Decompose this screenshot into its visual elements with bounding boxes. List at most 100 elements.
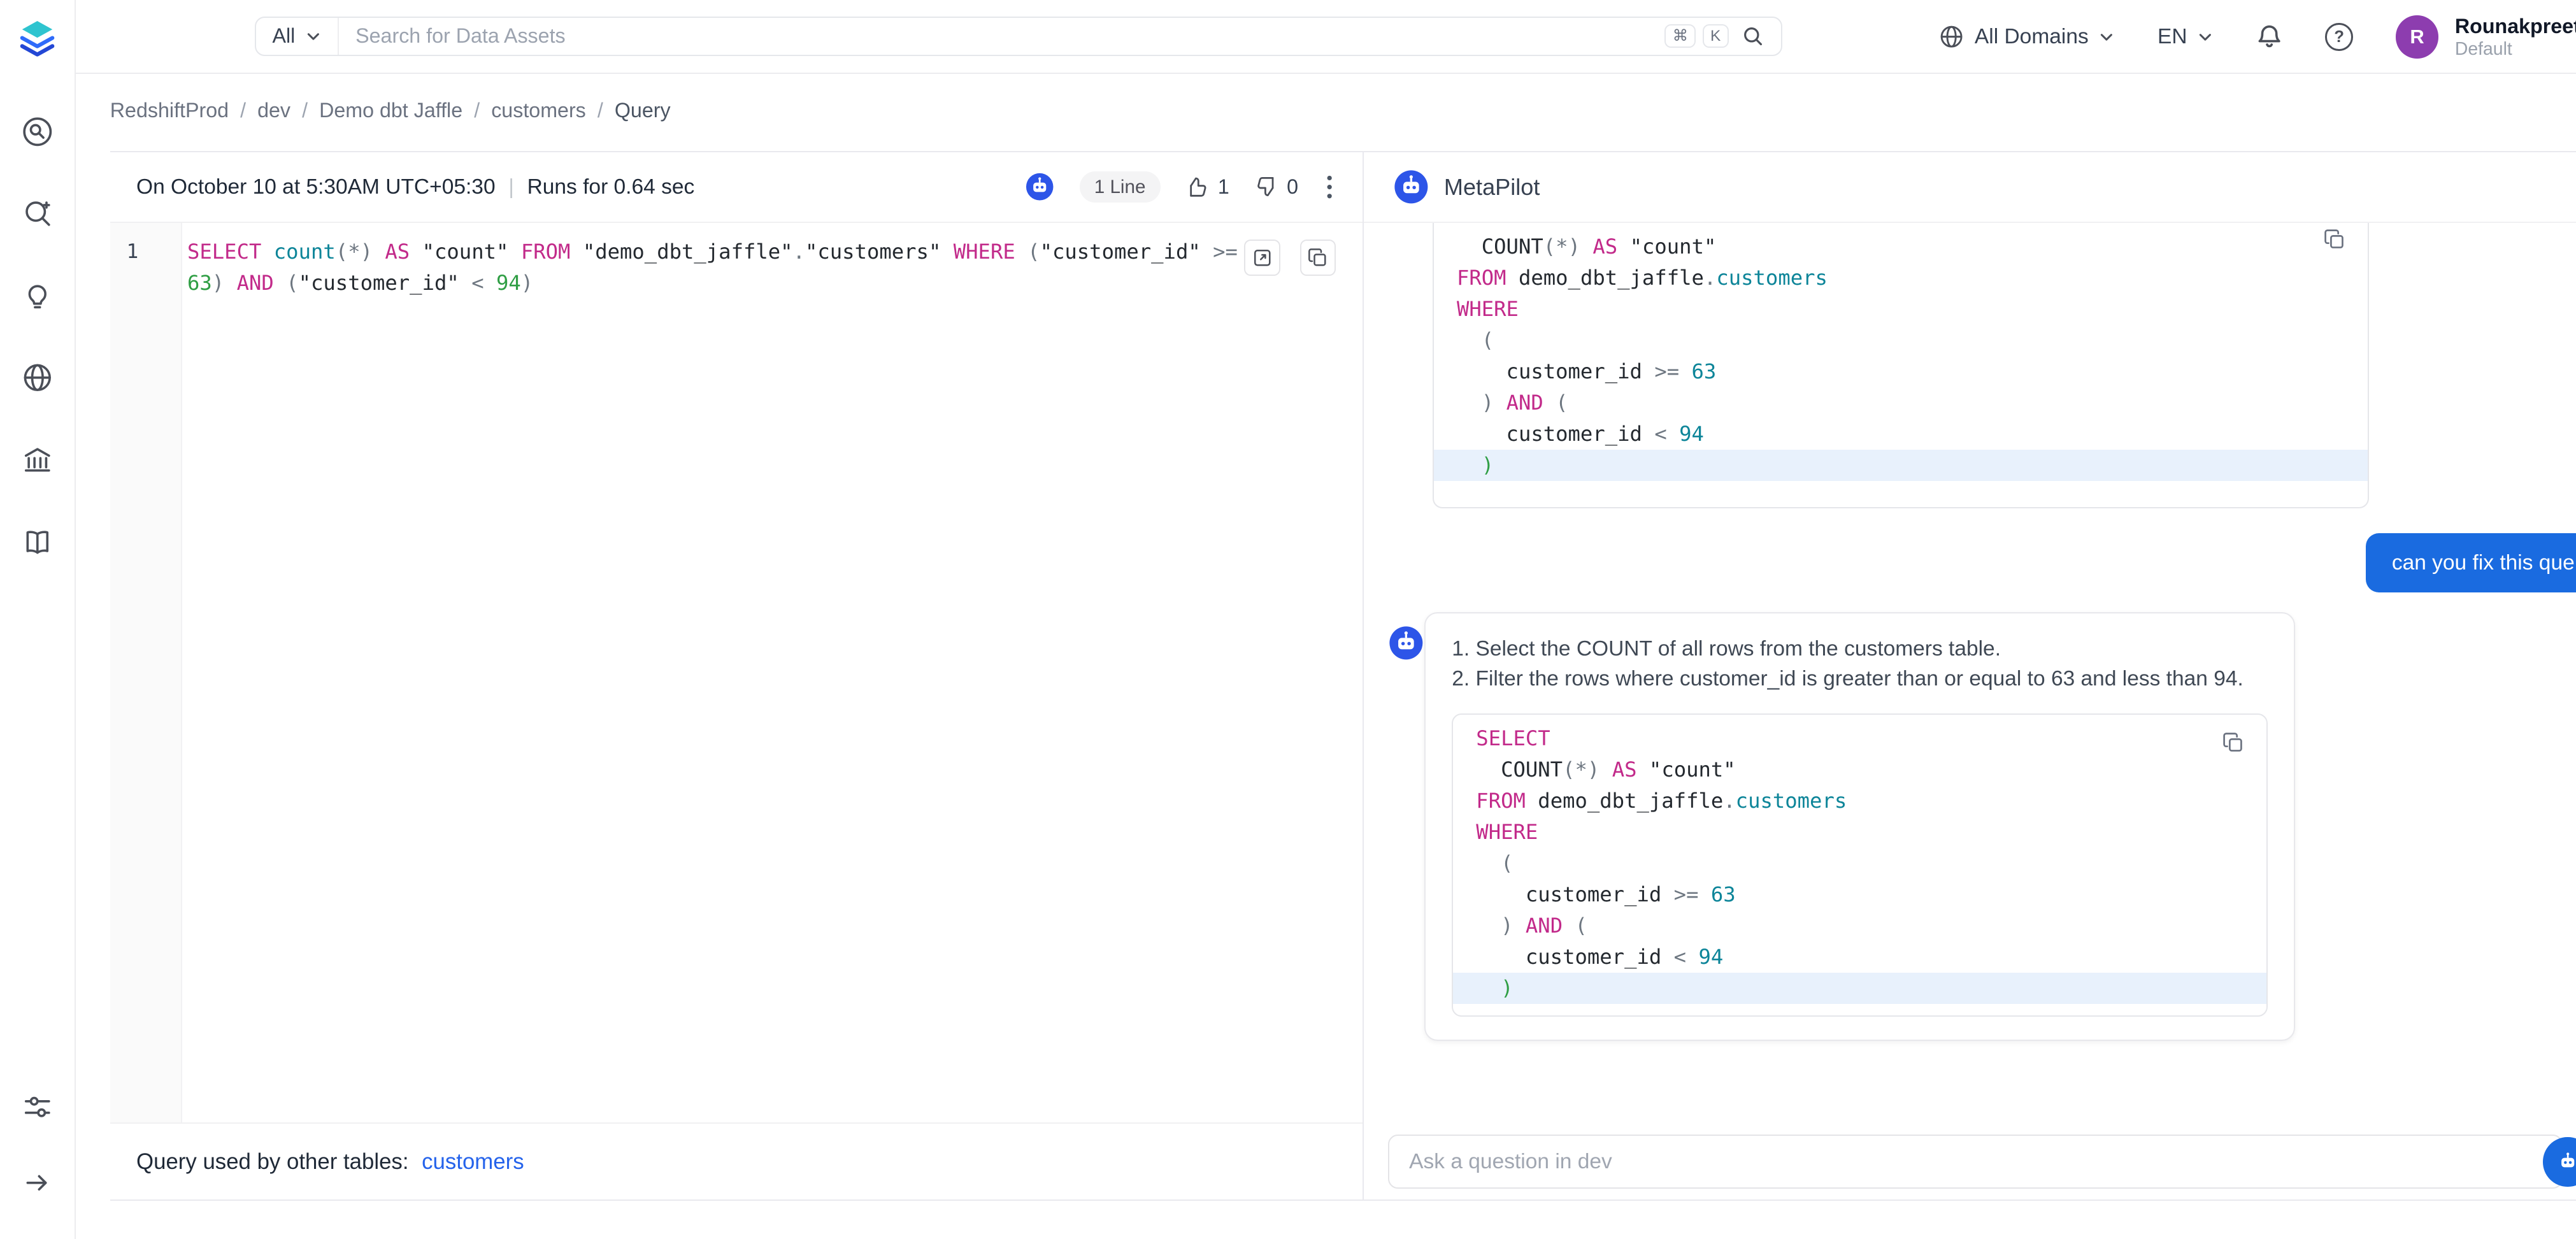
thumbs-up-icon xyxy=(1185,175,1210,199)
sql-token: ) xyxy=(1482,390,1494,415)
copy-query-button[interactable] xyxy=(1300,240,1336,276)
sql-token: ) xyxy=(1501,913,1513,938)
sidebar-item-insights[interactable] xyxy=(21,279,54,312)
header-separator: | xyxy=(508,175,514,199)
downvote-count: 0 xyxy=(1287,175,1298,199)
sql-token: 63 xyxy=(187,271,212,295)
sql-token: "count" xyxy=(422,240,509,264)
breadcrumb-item[interactable]: RedshiftProd xyxy=(110,99,229,122)
search-assets-icon xyxy=(21,115,54,148)
sql-token: "customers" xyxy=(805,240,941,264)
breadcrumb-item[interactable]: customers xyxy=(491,99,586,122)
shortcut-key: K xyxy=(1703,24,1729,48)
atlan-logo[interactable] xyxy=(16,17,59,59)
search-filter-dropdown[interactable]: All xyxy=(256,18,340,55)
sql-code-line: customer_id < 94 xyxy=(1453,942,2266,973)
help-button[interactable]: ? xyxy=(2325,23,2353,51)
sql-token: "count" xyxy=(1649,757,1736,782)
breadcrumb-item[interactable]: Query xyxy=(615,99,671,122)
query-timestamp: On October 10 at 5:30AM UTC+05:30 xyxy=(136,175,496,199)
magnifier-icon xyxy=(21,197,54,230)
customers-link[interactable]: customers xyxy=(422,1149,524,1175)
query-footer: Query used by other tables: customers xyxy=(110,1122,1363,1200)
sql-token xyxy=(373,240,385,264)
sidebar xyxy=(0,0,76,1239)
language-selector[interactable]: EN xyxy=(2157,25,2214,49)
sql-token: 63 xyxy=(1711,882,1736,906)
metapilot-badge[interactable] xyxy=(1025,172,1054,201)
sql-token xyxy=(1513,913,1526,938)
sql-token xyxy=(941,240,953,264)
metapilot-header: MetaPilot xyxy=(1364,152,2576,223)
content: On October 10 at 5:30AM UTC+05:30 | Runs… xyxy=(110,151,2576,1201)
globe-icon xyxy=(1938,24,1964,50)
sql-token: AS xyxy=(1592,234,1617,259)
sql-code-line: customer_id >= 63 xyxy=(1434,356,2368,387)
sql-token: ( xyxy=(1501,851,1513,875)
sidebar-item-domains[interactable] xyxy=(21,361,54,394)
chat-area[interactable]: COUNT(*) AS "count"FROM demo_dbt_jaffle.… xyxy=(1364,223,2576,1124)
chevron-down-icon xyxy=(2098,29,2115,45)
breadcrumb-item[interactable]: dev xyxy=(257,99,290,122)
sql-token: . xyxy=(793,240,805,264)
sql-code-line: ( xyxy=(1453,848,2266,879)
sql-token xyxy=(1457,359,1506,383)
copy-code-button[interactable] xyxy=(2323,228,2346,251)
sql-token: . xyxy=(1704,266,1716,290)
sql-token: "customer_id" xyxy=(299,271,459,295)
shortcut-key: ⌘ xyxy=(1664,24,1696,48)
sql-token: < xyxy=(1654,422,1666,446)
sidebar-item-discover[interactable] xyxy=(21,197,54,230)
user-menu[interactable]: R Rounakpreet.ca Default xyxy=(2396,14,2576,60)
downvote-button[interactable]: 0 xyxy=(1254,175,1298,199)
user-workspace: Default xyxy=(2455,39,2576,61)
copy-code-button[interactable] xyxy=(2222,731,2245,754)
global-search[interactable]: All ⌘ K xyxy=(255,17,1782,56)
sql-token: AND xyxy=(237,271,274,295)
sql-token: customer_id xyxy=(1506,422,1642,446)
notifications-button[interactable] xyxy=(2256,24,2282,50)
sql-token: ) xyxy=(1568,234,1580,259)
chat-input-bar xyxy=(1364,1124,2576,1200)
editor-actions xyxy=(1244,240,1336,276)
sql-token: * xyxy=(1575,757,1587,782)
more-options-button[interactable] xyxy=(1323,174,1336,200)
language-label: EN xyxy=(2157,25,2187,49)
expand-query-button[interactable] xyxy=(1244,240,1280,276)
sql-token xyxy=(1476,913,1501,938)
search-input[interactable] xyxy=(339,24,1664,48)
sql-token xyxy=(1457,453,1482,477)
chat-input[interactable] xyxy=(1388,1135,2563,1189)
app-root: All ⌘ K All Domains EN xyxy=(0,0,2576,1239)
sql-token xyxy=(1476,976,1501,1000)
sidebar-item-assets[interactable] xyxy=(21,115,54,148)
avatar[interactable]: R xyxy=(2396,15,2438,58)
sidebar-item-governance[interactable] xyxy=(21,443,54,476)
sql-token: >= xyxy=(1213,240,1238,264)
breadcrumb-separator: / xyxy=(240,99,246,122)
metapilot-avatar xyxy=(1393,169,1429,205)
line-count-badge: 1 Line xyxy=(1080,171,1161,203)
upvote-button[interactable]: 1 xyxy=(1185,175,1229,199)
domains-selector[interactable]: All Domains xyxy=(1938,24,2115,50)
sql-token: SELECT xyxy=(1476,726,1550,750)
sql-token: >= xyxy=(1674,882,1699,906)
response-steps: 1. Select the COUNT of all rows from the… xyxy=(1452,634,2267,694)
sql-token: AND xyxy=(1526,913,1563,938)
breadcrumb-item[interactable]: Demo dbt Jaffle xyxy=(319,99,462,122)
sql-token: SELECT xyxy=(187,240,261,264)
sql-token: ) xyxy=(1482,453,1494,477)
sql-token xyxy=(1642,359,1654,383)
sidebar-collapse-button[interactable] xyxy=(21,1166,54,1200)
bank-icon xyxy=(21,443,54,476)
sql-code-line: ( xyxy=(1434,325,2368,356)
sql-token: ) xyxy=(521,271,533,295)
assistant-message-card: 1. Select the COUNT of all rows from the… xyxy=(1424,612,2295,1041)
sql-token xyxy=(224,271,236,295)
sql-token xyxy=(1667,422,1679,446)
sql-code-line: FROM demo_dbt_jaffle.customers xyxy=(1434,262,2368,294)
sidebar-item-preferences[interactable] xyxy=(21,1091,54,1124)
sidebar-item-glossary[interactable] xyxy=(21,526,54,559)
sql-token: customers xyxy=(1736,789,1847,813)
query-sql[interactable]: SELECT count(*) AS "count" FROM "demo_db… xyxy=(182,223,1362,1122)
